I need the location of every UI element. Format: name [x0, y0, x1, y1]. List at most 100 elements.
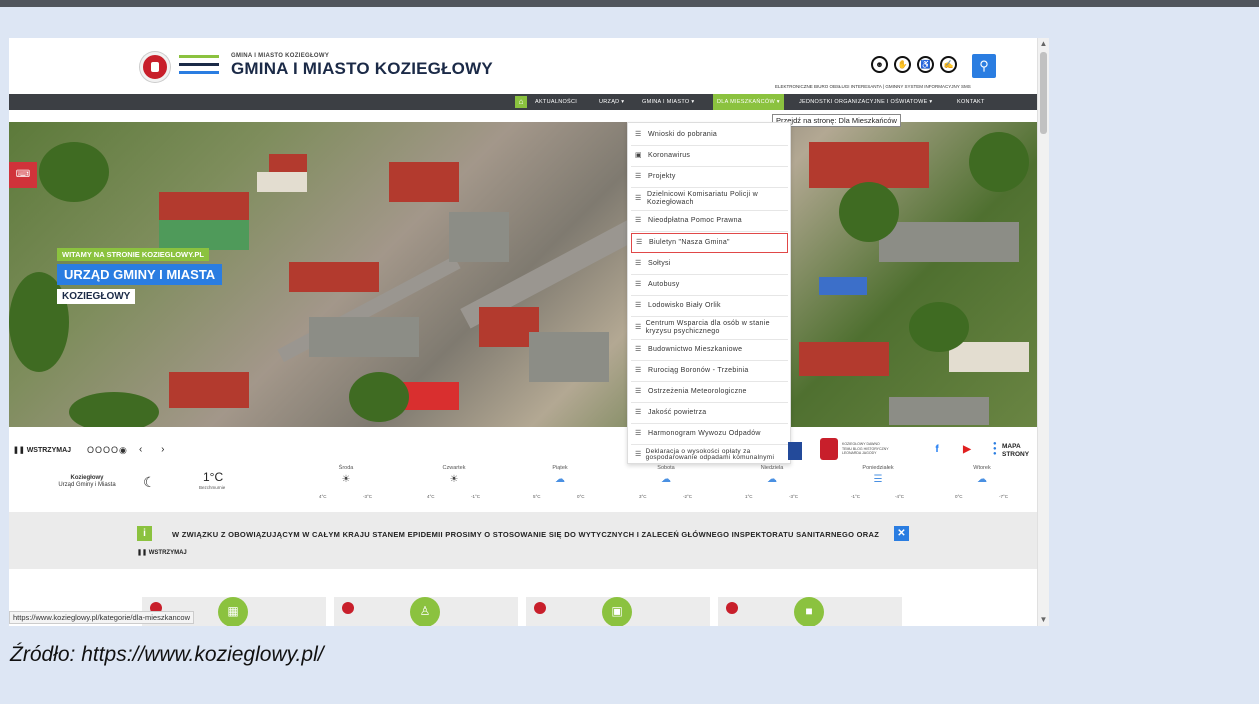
site-map-link[interactable]: ● ● ● MAPA STRONY: [993, 441, 1037, 460]
page-scrollbar[interactable]: ▲ ▼: [1037, 38, 1049, 626]
building-roof: [889, 397, 989, 425]
nav-item-gmina-i-miasto[interactable]: GMINA I MIASTO ▾: [642, 94, 694, 110]
tree: [839, 182, 899, 242]
slider-pause-button[interactable]: ❚❚ WSTRZYMAJ: [13, 446, 71, 454]
dropdown-item[interactable]: ☰ Rurociąg Boronów - Trzebinia: [631, 361, 788, 382]
list-icon: ☰: [635, 217, 642, 224]
header-service-links[interactable]: ELEKTRONICZNE BIURO OBSŁUGI INTERESANTA …: [775, 84, 971, 89]
nav-item-aktualnosci[interactable]: AKTUALNOŚCI: [535, 94, 577, 110]
slider-arrows[interactable]: ‹ ›: [139, 444, 172, 455]
close-alert-button[interactable]: ✕: [894, 526, 909, 541]
dropdown-item[interactable]: ☰ Wnioski do pobrania: [631, 125, 788, 146]
dropdown-item[interactable]: ☰ Deklaracja o wysokości opłaty za gospod…: [631, 445, 788, 465]
scroll-up-arrow-icon[interactable]: ▲: [1038, 38, 1049, 50]
forecast-day: Czwartek ☀ 4°C -1°C: [399, 465, 509, 499]
building-roof: [819, 277, 867, 295]
list-icon: ☰: [635, 367, 642, 374]
calendar-icon: ▦: [218, 597, 248, 626]
epidemic-alert-bar: i W ZWIĄZKU Z OBOWIĄZUJĄCYM W CAŁYM KRAJ…: [9, 512, 1037, 569]
brand-title[interactable]: GMINA I MIASTO KOZIEGŁOWY: [231, 59, 493, 79]
list-icon: ☰: [635, 450, 642, 458]
dropdown-item[interactable]: ☰ Harmonogram Wywozu Odpadów: [631, 424, 788, 445]
dropdown-item[interactable]: ☰ Autobusy: [631, 275, 788, 296]
dropdown-item[interactable]: ☰ Ostrzeżenia Meteorologiczne: [631, 382, 788, 403]
alert-message: W ZWIĄZKU Z OBOWIĄZUJĄCYM W CAŁYM KRAJU …: [172, 530, 880, 539]
alert-pause-button[interactable]: ❚❚ WSTRZYMAJ: [137, 549, 187, 556]
blog-historyczny-logo-icon[interactable]: [820, 438, 838, 460]
wheelchair-icon[interactable]: ♿: [917, 56, 934, 73]
list-icon: ☰: [635, 281, 642, 288]
nav-item-urzad[interactable]: URZĄD ▾: [599, 94, 624, 110]
hero-welcome-label: WITAMY NA STRONIE KOZIEGLOWY.PL: [57, 248, 209, 261]
building-roof: [169, 372, 249, 408]
source-caption: Źródło: https://www.kozieglowy.pl/: [10, 643, 324, 666]
dropdown-item[interactable]: ☰ Dzielnicowi Komisariatu Policji w Kozie…: [631, 188, 788, 211]
current-temperature: 1°C: [203, 470, 224, 484]
hero-title-line1: URZĄD GMINY I MIASTA: [57, 264, 223, 285]
sun-icon: ☀: [449, 474, 459, 485]
tree: [349, 372, 409, 422]
crest-icon: [342, 602, 354, 614]
scrollbar-thumb[interactable]: [1040, 52, 1047, 134]
quick-link-tile[interactable]: ♙: [334, 597, 518, 626]
eu-flag-icon[interactable]: [788, 442, 802, 460]
dropdown-item[interactable]: ▣ Koronawirus: [631, 146, 788, 167]
list-icon: ☰: [635, 324, 642, 331]
forecast-day: Wtorek ☁ 0°C -7°C: [927, 465, 1037, 499]
forecast-day: Piątek ☁ 5°C 0°C: [505, 465, 615, 499]
home-icon[interactable]: ⌂: [515, 96, 527, 108]
dropdown-item[interactable]: ☰ Lodowisko Biały Orlik: [631, 296, 788, 317]
crest-logo-icon[interactable]: [140, 52, 170, 82]
blog-historyczny-text[interactable]: KOZIEGŁOWY DAWNO TEMU BLOG HISTORYCZNY L…: [842, 442, 890, 456]
tree: [909, 302, 969, 352]
youtube-icon[interactable]: ▶: [957, 438, 977, 462]
building-roof: [389, 162, 459, 202]
quick-link-tile[interactable]: ▣: [526, 597, 710, 626]
dots-icon: ● ● ●: [993, 441, 997, 457]
quick-link-tile[interactable]: ■: [718, 597, 902, 626]
building-roof: [799, 342, 889, 376]
list-icon: ☰: [635, 409, 642, 416]
slider-controls: ❚❚ WSTRZYMAJ OOOO◉ ‹ ›: [9, 440, 629, 464]
slider-dots[interactable]: OOOO◉: [87, 445, 128, 456]
tree: [69, 392, 159, 427]
building-roof: [309, 317, 419, 357]
dropdown-item[interactable]: ☰ Budownictwo Mieszkaniowe: [631, 340, 788, 361]
keyboard-icon[interactable]: ⌨: [9, 162, 37, 188]
gallery-icon: ▣: [635, 152, 642, 159]
browser-status-url: https://www.kozieglowy.pl/kategorie/dla-…: [9, 611, 195, 624]
list-icon: ☰: [636, 239, 643, 246]
dropdown-item[interactable]: ☰ Centrum Wsparcia dla osób w stanie kryz…: [631, 317, 788, 340]
weather-widget: Koziegłowy Urząd Gminy i Miasta ☾ 1°C Bez…: [9, 464, 1037, 510]
weather-city: Koziegłowy Urząd Gminy i Miasta: [58, 475, 116, 488]
sign-language-icon[interactable]: ✋: [894, 56, 911, 73]
list-icon: ☰: [635, 302, 642, 309]
dropdown-item[interactable]: ☰ Jakość powietrza: [631, 403, 788, 424]
cloud-icon: ☁: [767, 474, 777, 485]
main-nav: ⌂ AKTUALNOŚCI URZĄD ▾ GMINA I MIASTO ▾ D…: [9, 94, 1037, 110]
dropdown-item[interactable]: ☰ Sołtysi: [631, 254, 788, 275]
nav-item-jednostki[interactable]: JEDNOSTKI ORGANIZACYJNE I OŚWIATOWE ▾: [799, 94, 932, 110]
dropdown-item[interactable]: ☰ Projekty: [631, 167, 788, 188]
nav-item-dla-mieszkancow[interactable]: DLA MIESZKAŃCÓW ▾: [713, 94, 784, 110]
search-button[interactable]: ⚲: [972, 54, 996, 78]
dla-mieszkancow-dropdown: ☰ Wnioski do pobrania ▣ Koronawirus ☰ Proje…: [627, 122, 791, 464]
tree: [9, 272, 69, 372]
sun-icon: ☀: [341, 474, 351, 485]
dropdown-item[interactable]: ☰ Nieodpłatna Pomoc Prawna: [631, 211, 788, 232]
deaf-icon[interactable]: ✍: [940, 56, 957, 73]
list-icon: ☰: [635, 430, 642, 437]
video-icon: ■: [794, 597, 824, 626]
logo-lines-icon: [179, 55, 219, 79]
cloud-icon: ☁: [661, 474, 671, 485]
nav-item-kontakt[interactable]: KONTAKT: [957, 94, 985, 110]
browser-screenshot: GMINA I MIASTO KOZIEGŁOWY GMINA I MIASTO…: [9, 38, 1049, 626]
forecast-day: Niedziela ☁ 1°C -3°C: [717, 465, 827, 499]
accessibility-person-icon[interactable]: ☻: [871, 56, 888, 73]
dropdown-item-biuletyn-highlighted[interactable]: ☰ Biuletyn "Nasza Gmina": [631, 233, 788, 253]
scroll-down-arrow-icon[interactable]: ▼: [1038, 614, 1049, 626]
hero-title-line2: KOZIEGŁOWY: [57, 289, 136, 304]
facebook-icon[interactable]: f: [927, 438, 947, 462]
building-roof: [949, 342, 1029, 372]
crest-icon: [726, 602, 738, 614]
